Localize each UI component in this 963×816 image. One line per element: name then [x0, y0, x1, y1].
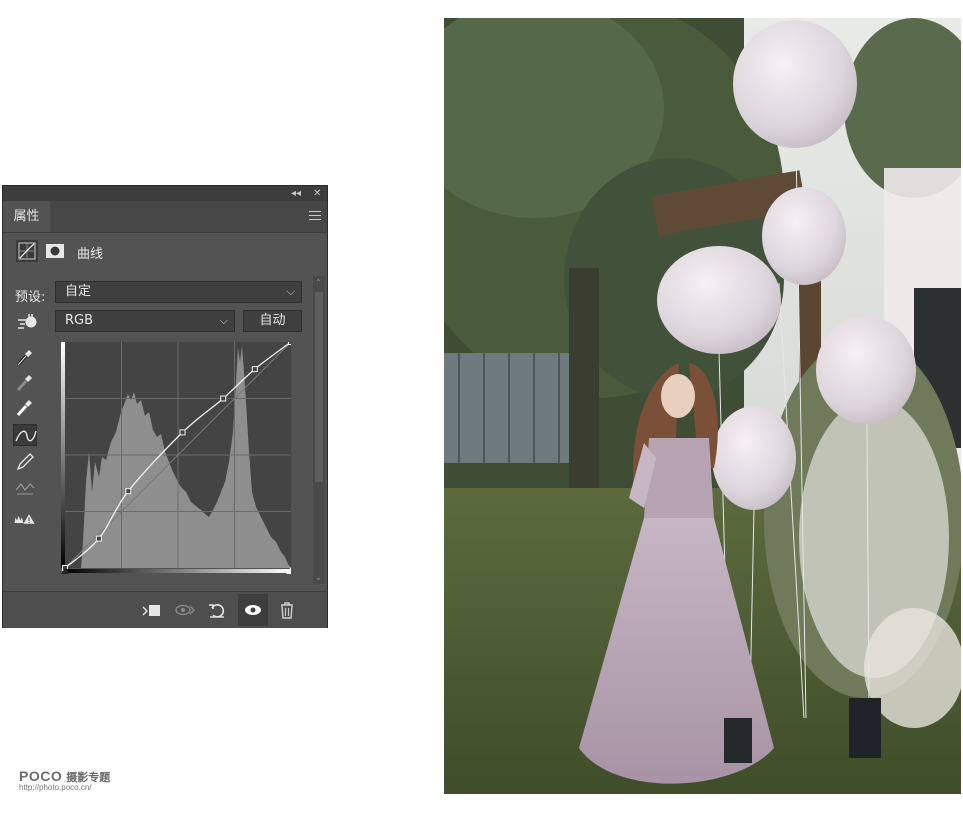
curve-control-point[interactable] [95, 535, 102, 542]
curve-control-point[interactable] [220, 395, 227, 402]
clipping-warning-icon[interactable] [13, 508, 43, 530]
lantern [849, 698, 881, 758]
chevron-down-icon: ⌵ [286, 285, 295, 298]
scroll-down-icon[interactable]: ⌄ [315, 573, 322, 582]
channel-value: RGB [65, 313, 94, 328]
view-previous-icon[interactable] [173, 598, 197, 622]
chevron-down-icon: ⌵ [219, 314, 228, 327]
close-button[interactable]: ✕ [313, 186, 321, 201]
bodice [644, 438, 714, 518]
scroll-thumb[interactable] [315, 292, 323, 482]
curves-graph[interactable] [61, 342, 291, 574]
properties-panel: ◂◂ ✕ 属性 曲线 预设: 自定 ⌵ RGB ⌵ 自动 ⌃ ⌄ [2, 185, 328, 628]
collapse-button[interactable]: ◂◂ [291, 186, 301, 201]
scrollbar[interactable]: ⌃ ⌄ [313, 276, 325, 584]
balloon [657, 246, 781, 354]
preset-dropdown[interactable]: 自定 ⌵ [55, 281, 302, 303]
curve-control-point[interactable] [251, 366, 258, 373]
scroll-up-icon[interactable]: ⌃ [315, 278, 322, 287]
balloon [712, 406, 796, 510]
balloon [733, 20, 857, 148]
smooth-curve-icon[interactable] [13, 476, 37, 498]
reset-icon[interactable] [205, 598, 229, 622]
eyedropper-black-icon[interactable] [13, 346, 37, 368]
curve-control-point[interactable] [179, 429, 186, 436]
output-gradient [61, 342, 65, 568]
logo-brand: POCO [19, 768, 63, 784]
curve-control-point[interactable] [125, 488, 132, 495]
wedding-photo [444, 18, 961, 794]
auto-button[interactable]: 自动 [243, 310, 302, 332]
poco-logo: POCO 摄影专题 http://photo.poco.cn/ [19, 766, 110, 792]
tab-row: 属性 [3, 201, 327, 233]
lantern [724, 718, 752, 763]
preset-value: 自定 [65, 284, 92, 299]
eyedropper-gray-icon[interactable] [13, 371, 37, 393]
trash-icon[interactable] [275, 598, 299, 622]
balloon [816, 316, 916, 424]
input-gradient [65, 569, 291, 573]
pencil-icon[interactable] [13, 451, 37, 473]
hand-adjust-icon[interactable] [15, 311, 39, 333]
tab-properties[interactable]: 属性 [3, 201, 50, 232]
adjustment-title: 曲线 [77, 247, 104, 262]
channel-dropdown[interactable]: RGB ⌵ [55, 310, 235, 332]
curves-icon[interactable] [16, 240, 38, 262]
panel-titlebar: ◂◂ ✕ [3, 186, 327, 201]
mask-icon[interactable] [44, 240, 66, 262]
balloon [762, 187, 846, 285]
face [661, 374, 695, 418]
eye-icon[interactable] [238, 594, 268, 626]
preset-label: 预设: [15, 290, 46, 305]
eyedropper-white-icon[interactable] [13, 396, 37, 418]
clip-to-layer-icon[interactable] [139, 598, 163, 622]
curve-points-icon[interactable] [13, 424, 37, 446]
panel-footer [3, 591, 327, 628]
curve-control-point[interactable] [288, 342, 292, 345]
menu-icon[interactable] [309, 211, 321, 221]
